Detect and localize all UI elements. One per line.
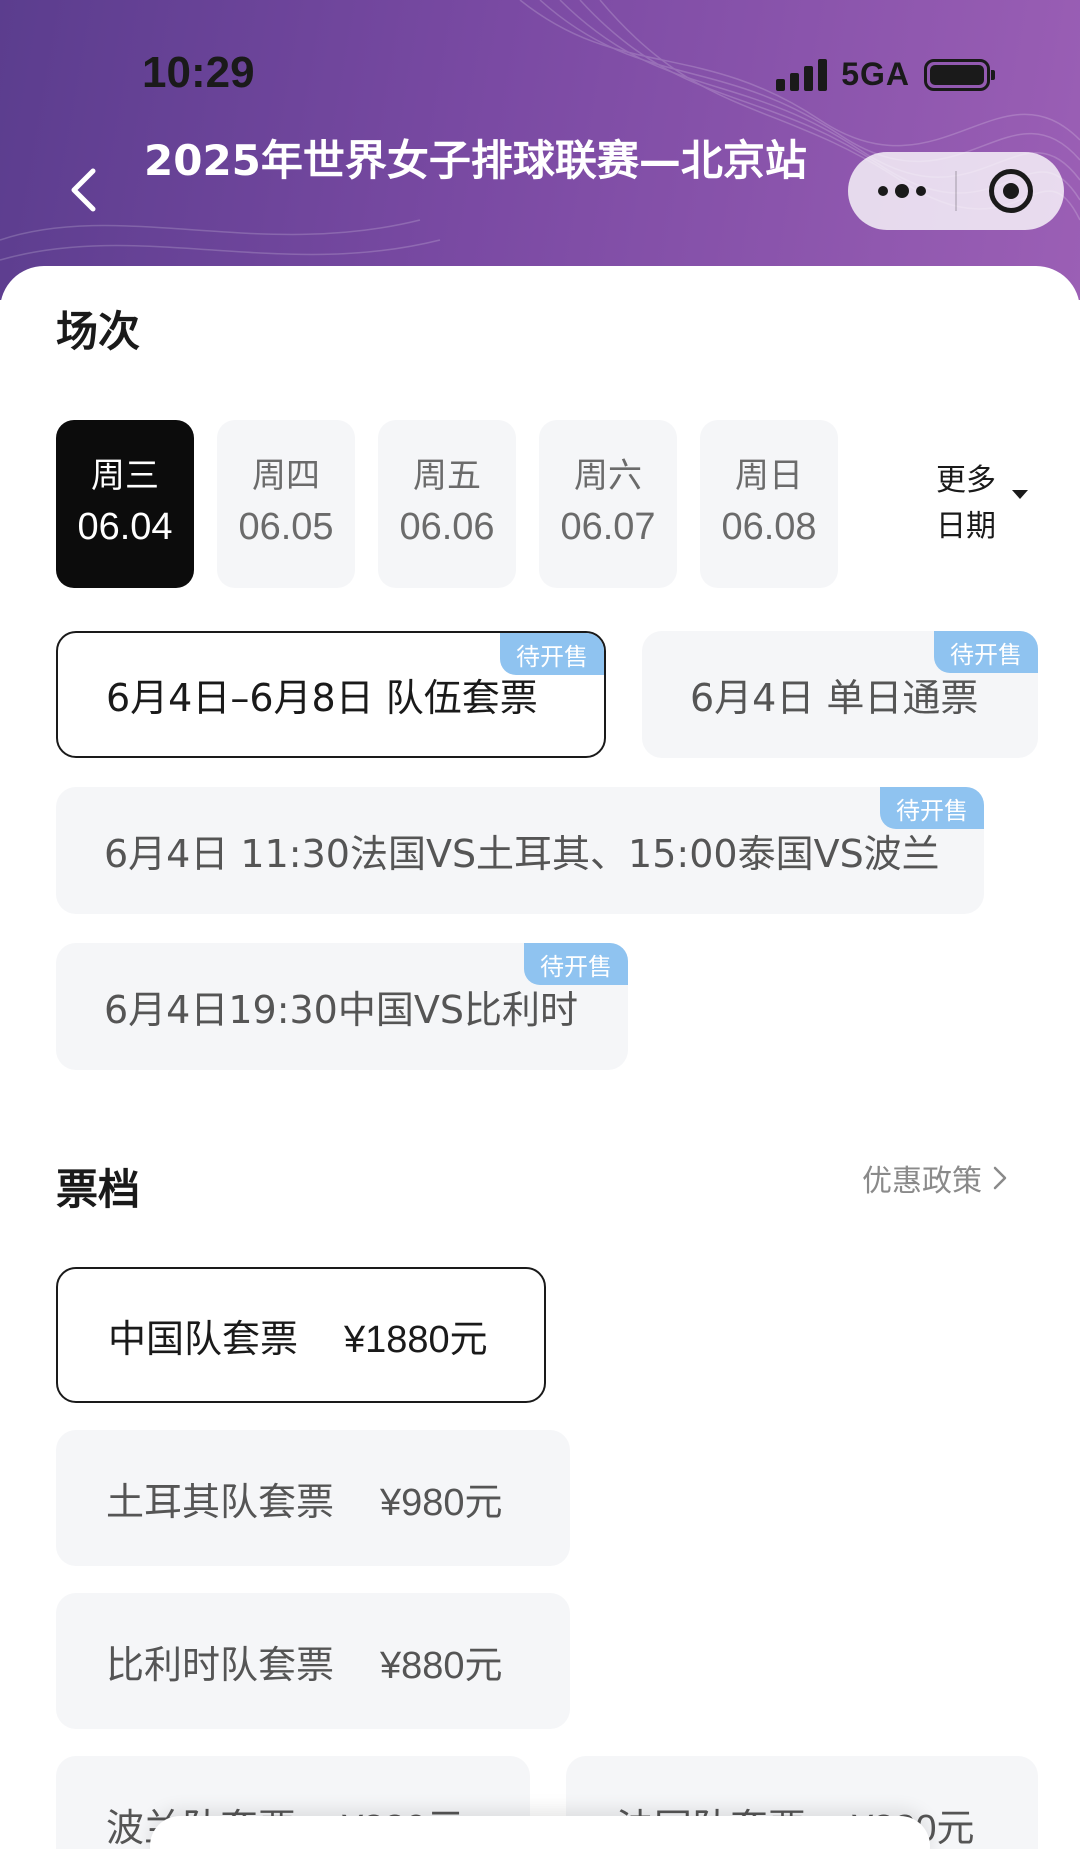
date-tab-0608[interactable]: 周日 06.08: [700, 420, 838, 588]
date-tab-weekday: 周五: [413, 456, 481, 496]
date-tab-0604[interactable]: 周三 06.04: [56, 420, 194, 588]
discount-policy-label: 优惠政策: [862, 1164, 982, 1199]
price-option-name: 比利时队套票: [106, 1642, 335, 1687]
back-button[interactable]: [58, 160, 108, 220]
date-tab-date: 06.08: [721, 506, 817, 548]
date-tab-weekday: 周三: [91, 456, 159, 496]
price-option-china[interactable]: 中国队套票 ¥1880元: [56, 1267, 546, 1403]
price-option-price: ¥880元: [380, 1644, 503, 1687]
close-miniprogram-button[interactable]: [957, 152, 1064, 230]
price-option-belgium[interactable]: 比利时队套票 ¥880元: [56, 1593, 570, 1729]
content-panel: 场次 周三 06.04 周四 06.05 周五 06.06 周六 06.07 周…: [0, 266, 1080, 1849]
discount-policy-link[interactable]: 优惠政策: [862, 1156, 1008, 1200]
ticket-type-label: 6月4日–6月8日 队伍套票: [106, 676, 538, 720]
signal-icon: [776, 58, 828, 91]
status-badge: 待开售: [524, 943, 628, 985]
caret-down-icon: [1012, 490, 1028, 499]
date-tab-date: 06.04: [77, 506, 173, 548]
price-section-title: 票档: [56, 1165, 141, 1214]
status-icons: 5GA: [776, 56, 995, 93]
price-option-price: ¥980元: [380, 1481, 503, 1524]
chevron-left-icon: [71, 168, 96, 212]
ticket-type-team-package[interactable]: 6月4日–6月8日 队伍套票 待开售: [56, 631, 606, 758]
date-tab-date: 06.07: [560, 506, 656, 548]
date-tab-date: 06.06: [399, 506, 495, 548]
status-time: 10:29: [142, 48, 255, 97]
ticket-type-day-pass[interactable]: 6月4日 单日通票 待开售: [642, 631, 1038, 758]
status-badge: 待开售: [934, 631, 1038, 673]
more-options-button[interactable]: [848, 152, 955, 230]
more-dates-line1: 更多: [936, 463, 996, 498]
bottom-action-bar: [150, 1816, 930, 1849]
status-badge: 待开售: [880, 787, 984, 829]
ticket-type-label: 6月4日19:30中国VS比利时: [104, 988, 578, 1032]
ticket-type-label: 6月4日 11:30法国VS土耳其、15:00泰国VS波兰: [104, 832, 940, 876]
date-tab-weekday: 周日: [735, 456, 803, 496]
price-option-name: 土耳其队套票: [106, 1479, 335, 1524]
date-tab-0605[interactable]: 周四 06.05: [217, 420, 355, 588]
more-dates-line2: 日期: [936, 509, 996, 544]
chevron-right-icon: [993, 1166, 1007, 1190]
target-icon: [988, 169, 1033, 213]
page-title: 2025年世界女子排球联赛—北京站: [144, 136, 807, 185]
date-tab-date: 06.05: [238, 506, 334, 548]
ticket-type-match-1930[interactable]: 6月4日19:30中国VS比利时 待开售: [56, 943, 628, 1070]
header: 10:29 5GA 2025年世界女子排球联赛—北京站: [0, 0, 1080, 300]
price-option-turkey[interactable]: 土耳其队套票 ¥980元: [56, 1430, 570, 1566]
date-tab-0606[interactable]: 周五 06.06: [378, 420, 516, 588]
session-section-title: 场次: [56, 307, 141, 356]
price-option-name: 中国队套票: [108, 1316, 299, 1361]
battery-icon: [924, 58, 995, 91]
miniprogram-capsule: [848, 152, 1064, 230]
more-dates-button[interactable]: 更多 日期: [936, 458, 1046, 550]
ticket-type-match-1130[interactable]: 6月4日 11:30法国VS土耳其、15:00泰国VS波兰 待开售: [56, 787, 984, 914]
ticket-type-label: 6月4日 单日通票: [690, 676, 979, 720]
date-tab-weekday: 周四: [252, 456, 320, 496]
date-tab-weekday: 周六: [574, 456, 642, 496]
network-type: 5GA: [841, 56, 910, 92]
price-option-price: ¥1880元: [344, 1318, 488, 1361]
status-badge: 待开售: [500, 633, 604, 675]
date-tab-0607[interactable]: 周六 06.07: [539, 420, 677, 588]
